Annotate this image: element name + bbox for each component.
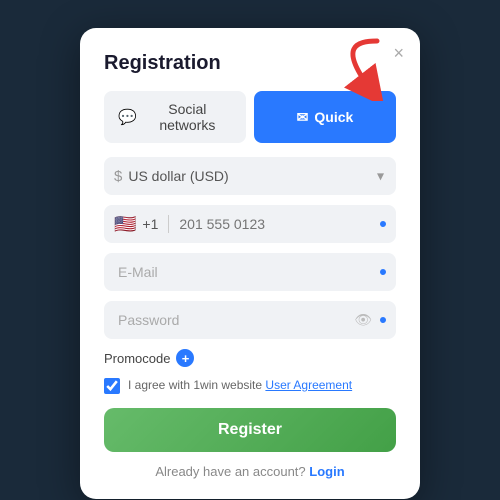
tab-social[interactable]: 💬 Social networks (104, 91, 246, 143)
quick-tab-label: Quick (314, 109, 353, 125)
register-button[interactable]: Register (104, 408, 396, 452)
agree-text: I agree with 1win website User Agreement (128, 377, 352, 394)
promocode-row: Promocode + (104, 349, 396, 367)
social-tab-label: Social networks (143, 101, 232, 133)
currency-wrapper: $ US dollar (USD) (104, 157, 396, 195)
login-row: Already have an account? Login (104, 464, 396, 479)
phone-row: 🇺🇸 +1 (104, 205, 396, 243)
phone-code: +1 (142, 205, 158, 243)
email-input[interactable] (104, 253, 396, 291)
promocode-label: Promocode (104, 351, 170, 366)
login-link[interactable]: Login (309, 464, 344, 479)
social-icon: 💬 (118, 108, 137, 126)
phone-input[interactable] (179, 205, 374, 243)
dollar-icon: $ (114, 168, 122, 185)
password-dot (380, 317, 386, 323)
registration-modal: Registration × 💬 Social networks ✉ Quick… (80, 28, 420, 499)
password-wrapper: 👁 (104, 301, 396, 339)
modal-title: Registration (104, 52, 396, 75)
email-dot (380, 269, 386, 275)
tabs-row: 💬 Social networks ✉ Quick (104, 91, 396, 143)
agree-row: I agree with 1win website User Agreement (104, 377, 396, 394)
close-button[interactable]: × (393, 44, 404, 62)
email-icon: ✉ (297, 109, 309, 126)
login-prompt: Already have an account? (155, 464, 305, 479)
password-input[interactable] (104, 301, 396, 339)
phone-dot (380, 221, 386, 227)
phone-divider (168, 215, 169, 233)
agree-checkbox[interactable] (104, 378, 120, 394)
eye-icon[interactable]: 👁 (354, 312, 372, 329)
flag-icon: 🇺🇸 (114, 214, 136, 235)
currency-select[interactable]: US dollar (USD) (128, 157, 386, 195)
tab-quick[interactable]: ✉ Quick (254, 91, 396, 143)
add-promocode-button[interactable]: + (176, 349, 194, 367)
user-agreement-link[interactable]: User Agreement (265, 378, 352, 392)
email-wrapper (104, 253, 396, 291)
